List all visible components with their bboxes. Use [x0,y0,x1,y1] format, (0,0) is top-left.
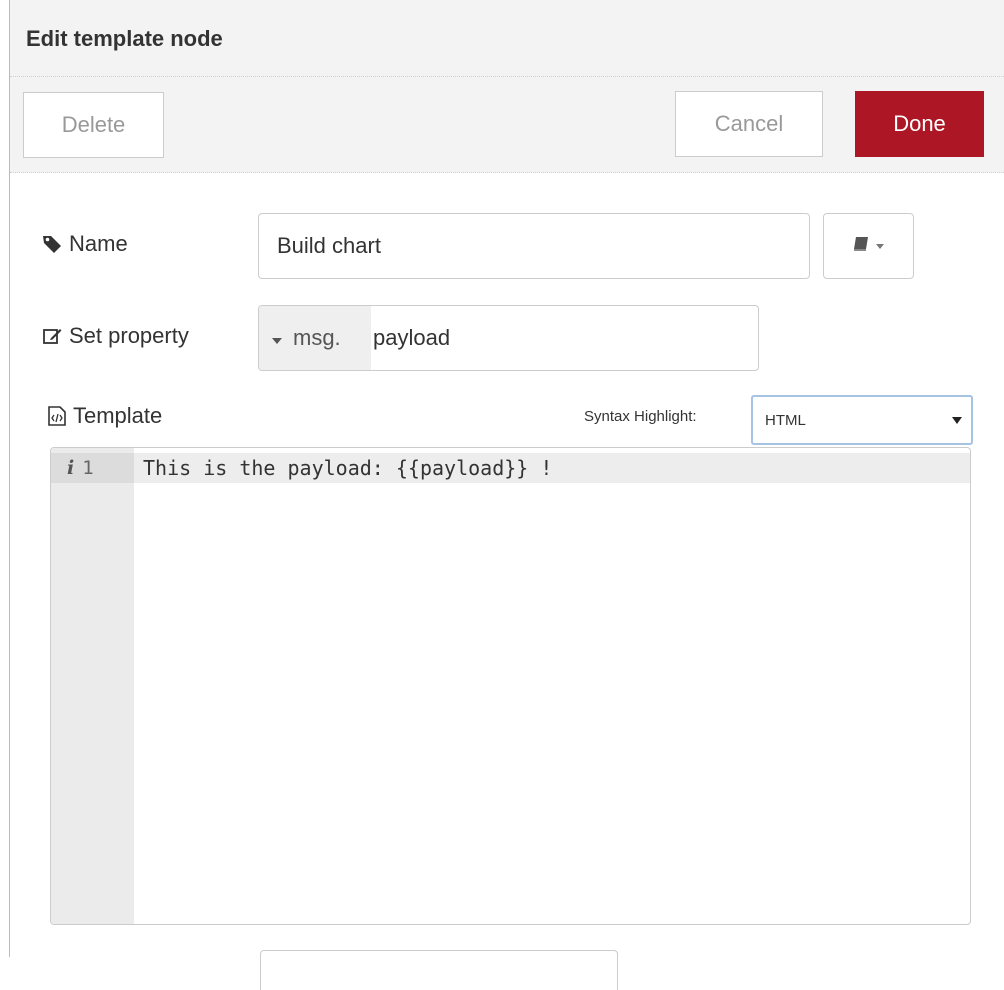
property-value-input[interactable]: payload [371,306,758,370]
edit-node-dialog: Edit template node Delete Cancel Done Na… [0,0,1004,990]
dialog-left-border [0,0,10,957]
done-button[interactable]: Done [855,91,984,157]
edit-icon [42,326,62,346]
node-properties-form: Name Build chart Set property msg. paylo… [10,173,1004,990]
property-label: Set property [42,323,189,349]
dialog-title-bar: Edit template node [10,0,1004,77]
line-number: i 1 [51,453,134,483]
dropdown-arrow-icon [951,412,963,429]
name-label: Name [42,231,128,257]
dialog-title: Edit template node [26,26,223,51]
template-label-text: Template [73,403,163,428]
cancel-button[interactable]: Cancel [675,91,823,157]
dialog-toolbar: Delete Cancel Done [10,77,1004,173]
name-label-text: Name [69,231,128,256]
book-icon [852,235,870,258]
info-marker-icon: i [67,457,75,479]
editor-gutter [51,448,134,924]
code-line[interactable]: This is the payload: {{payload}} ! [143,453,552,483]
template-label: Template [48,403,162,429]
caret-down-icon [271,325,283,351]
syntax-highlight-label: Syntax Highlight: [584,408,697,425]
template-code-editor[interactable]: i 1 This is the payload: {{payload}} ! [50,447,971,925]
name-input[interactable]: Build chart [258,213,810,279]
file-code-icon [48,406,66,426]
syntax-highlight-value: HTML [765,411,806,429]
line-number-value: 1 [82,457,94,479]
property-type-selector[interactable]: msg. [259,306,371,370]
caret-down-icon [875,237,885,255]
property-typed-input: msg. payload [258,305,759,371]
property-label-text: Set property [69,323,189,348]
tag-icon [42,234,62,254]
delete-button[interactable]: Delete [23,92,164,158]
property-type-label: msg. [293,325,341,350]
library-button[interactable] [823,213,914,279]
format-select[interactable] [260,950,618,990]
syntax-highlight-select[interactable]: HTML [751,395,973,445]
